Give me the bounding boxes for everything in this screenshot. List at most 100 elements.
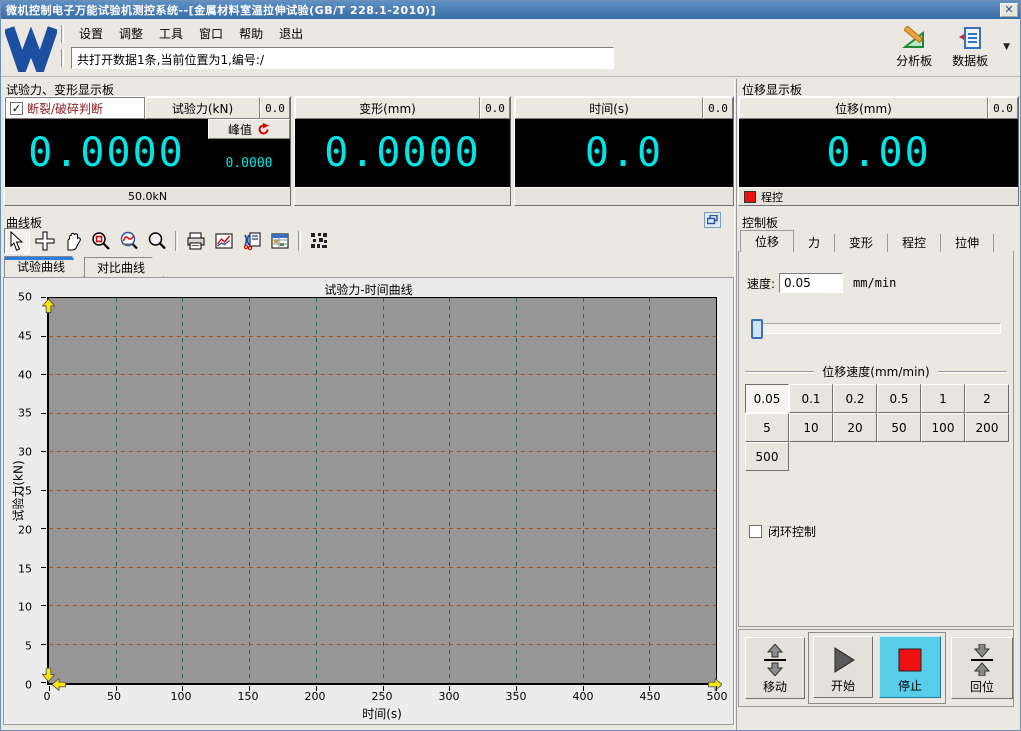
data-board-button[interactable]: 数据板 bbox=[945, 25, 995, 69]
analysis-board-label: 分析板 bbox=[896, 54, 933, 68]
menu-bar: 设置 调整 工具 窗口 帮助 退出 bbox=[71, 23, 311, 43]
deformation-panel: 变形(mm) 0.0 0.0000 bbox=[294, 96, 511, 206]
zoom-region-button[interactable] bbox=[88, 228, 114, 254]
divider bbox=[745, 370, 815, 373]
speed-group-label: 位移速度(mm/min) bbox=[822, 365, 930, 379]
return-button[interactable]: 回位 bbox=[951, 637, 1013, 699]
speed-preset-button[interactable]: 1 bbox=[921, 384, 965, 413]
break-judge-checkbox[interactable]: ✓ bbox=[10, 101, 23, 115]
speed-preset-button[interactable]: 0.05 bbox=[745, 384, 789, 413]
zoom-reset-button[interactable] bbox=[144, 228, 170, 254]
curve-settings-icon bbox=[215, 233, 233, 248]
crosshair-button[interactable] bbox=[32, 228, 58, 254]
start-button[interactable]: 开始 bbox=[813, 636, 873, 698]
stop-button-label: 停止 bbox=[897, 679, 922, 693]
curve-toolbar bbox=[4, 226, 332, 255]
panel-divider bbox=[734, 79, 737, 730]
menu-adjust[interactable]: 调整 bbox=[111, 23, 151, 44]
speed-label: 速度: bbox=[747, 276, 776, 291]
program-control-label: 程控 bbox=[761, 190, 783, 204]
print-button[interactable] bbox=[183, 228, 209, 254]
time-bottom-bar bbox=[515, 187, 733, 205]
program-control-indicator-icon bbox=[744, 190, 756, 203]
deformation-value-display: 0.0000 bbox=[295, 119, 510, 187]
break-judge-checkbox-cell[interactable]: ✓ 断裂/破碎判断 bbox=[5, 97, 145, 119]
data-table-button[interactable] bbox=[267, 228, 293, 254]
undock-panel-button[interactable] bbox=[704, 212, 721, 228]
deformation-small-value: 0.0 bbox=[480, 97, 510, 119]
peak-label: 峰值 bbox=[227, 122, 252, 137]
speed-input[interactable] bbox=[779, 273, 844, 293]
app-window: 微机控制电子万能试验机测控系统--[金属材料室温拉伸试验(GB/T 228.1-… bbox=[0, 0, 1021, 731]
speed-preset-button[interactable]: 0.1 bbox=[789, 384, 833, 413]
zoom-curve-button[interactable] bbox=[116, 228, 142, 254]
plot-area[interactable] bbox=[41, 297, 722, 691]
title-bar: 微机控制电子万能试验机测控系统--[金属材料室温拉伸试验(GB/T 228.1-… bbox=[1, 1, 1020, 19]
data-status-field[interactable]: 共打开数据1条,当前位置为1,编号:/ bbox=[71, 47, 614, 69]
toolbar-more-dropdown-icon[interactable]: ▼ bbox=[1003, 42, 1010, 52]
stop-button[interactable]: 停止 bbox=[879, 636, 941, 698]
force-value-display: 0.0000 bbox=[5, 119, 208, 187]
speed-preset-button[interactable]: 2 bbox=[965, 384, 1009, 413]
copy-curve-button[interactable] bbox=[239, 228, 265, 254]
select-cursor-button[interactable] bbox=[4, 227, 30, 254]
zoom-box-icon bbox=[92, 231, 110, 250]
move-button[interactable]: 移动 bbox=[745, 637, 805, 699]
speed-slider-thumb[interactable] bbox=[751, 319, 763, 339]
menu-exit[interactable]: 退出 bbox=[271, 23, 311, 44]
data-board-icon bbox=[959, 27, 982, 49]
data-table-icon bbox=[271, 233, 289, 248]
speed-preset-button[interactable]: 20 bbox=[833, 413, 877, 442]
force-range-label: 50.0kN bbox=[5, 187, 290, 205]
copy-curve-icon bbox=[243, 232, 261, 250]
move-arrows-icon bbox=[764, 644, 786, 676]
pan-button[interactable] bbox=[60, 228, 86, 254]
pan-hand-icon bbox=[67, 232, 81, 250]
menu-tools[interactable]: 工具 bbox=[151, 23, 191, 44]
force-header-button[interactable]: 试验力(kN) bbox=[145, 97, 260, 119]
play-icon bbox=[834, 647, 855, 673]
menu-window[interactable]: 窗口 bbox=[191, 23, 231, 44]
tab-force[interactable]: 力 bbox=[794, 234, 836, 252]
motion-button-box: 移动 开始 停止 回位 bbox=[738, 629, 1014, 707]
deformation-bottom-bar bbox=[295, 187, 510, 205]
speed-preset-button[interactable]: 50 bbox=[877, 413, 921, 442]
time-header-button[interactable]: 时间(s) bbox=[515, 97, 703, 119]
divider bbox=[61, 49, 64, 67]
speed-preset-button[interactable]: 500 bbox=[745, 442, 789, 471]
displacement-mode-bar: 程控 bbox=[739, 187, 1018, 205]
menu-help[interactable]: 帮助 bbox=[231, 23, 271, 44]
tab-deformation[interactable]: 变形 bbox=[835, 234, 889, 252]
speed-preset-button[interactable]: 100 bbox=[921, 413, 965, 442]
speed-preset-button[interactable]: 10 bbox=[789, 413, 833, 442]
speed-preset-button[interactable]: 0.2 bbox=[833, 384, 877, 413]
speed-preset-button[interactable]: 200 bbox=[965, 413, 1009, 442]
move-button-label: 移动 bbox=[762, 680, 787, 694]
peak-header-button[interactable]: 峰值 bbox=[208, 119, 290, 139]
peak-reset-icon[interactable] bbox=[257, 122, 270, 136]
zoom-curve-icon bbox=[120, 231, 138, 249]
speed-preset-button[interactable]: 5 bbox=[745, 413, 789, 442]
close-button[interactable]: ✕ bbox=[1000, 3, 1018, 17]
displacement-header-button[interactable]: 位移(mm) bbox=[739, 97, 988, 119]
speed-preset-button[interactable]: 0.5 bbox=[877, 384, 921, 413]
tab-program[interactable]: 程控 bbox=[888, 234, 942, 252]
start-button-label: 开始 bbox=[830, 679, 855, 693]
tab-compare-curve[interactable]: 对比曲线 bbox=[84, 257, 164, 277]
break-judge-label: 断裂/破碎判断 bbox=[27, 101, 104, 116]
barcode-button[interactable] bbox=[306, 228, 332, 254]
deformation-header-button[interactable]: 变形(mm) bbox=[295, 97, 480, 119]
curve-settings-button[interactable] bbox=[211, 228, 237, 254]
analysis-board-button[interactable]: 分析板 bbox=[889, 25, 939, 69]
closed-loop-checkbox[interactable] bbox=[749, 525, 762, 538]
toolbar-separator bbox=[298, 230, 301, 251]
closed-loop-label: 闭环控制 bbox=[768, 525, 817, 539]
divider bbox=[937, 370, 1008, 373]
tab-test-curve[interactable]: 试验曲线 bbox=[4, 256, 84, 277]
return-button-label: 回位 bbox=[969, 680, 994, 694]
tab-displacement[interactable]: 位移 bbox=[740, 230, 795, 252]
menu-settings[interactable]: 设置 bbox=[71, 23, 111, 44]
tab-tension[interactable]: 拉伸 bbox=[941, 234, 995, 252]
cursor-icon bbox=[10, 230, 24, 251]
speed-slider-track[interactable] bbox=[751, 319, 1001, 339]
